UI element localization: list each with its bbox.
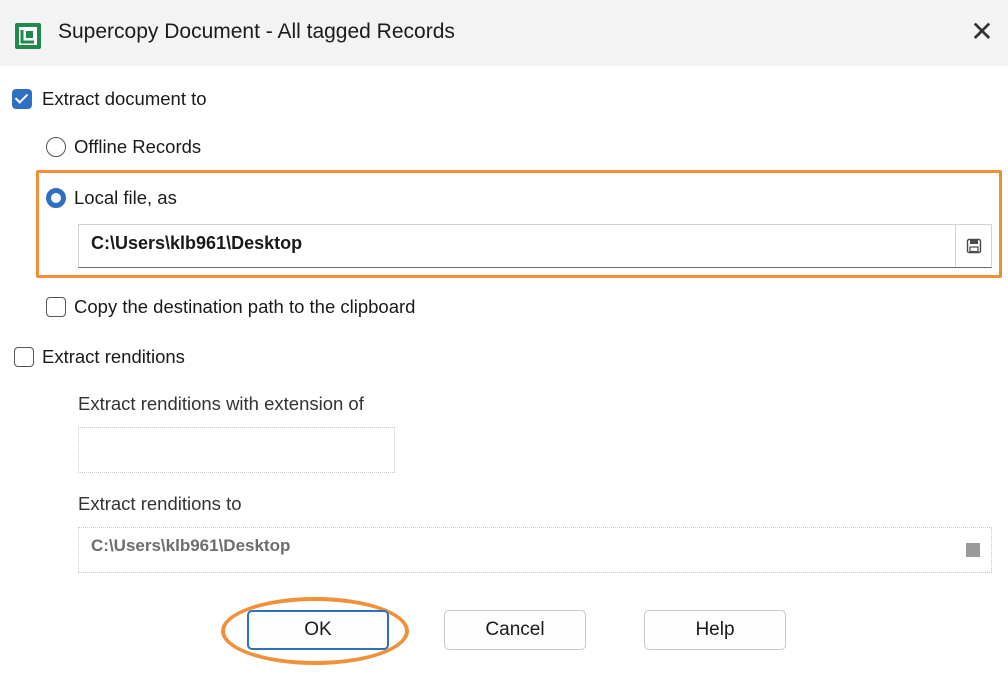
offline-records-radio[interactable] [46,137,66,157]
browse-button[interactable] [955,225,991,267]
renditions-to-label: Extract renditions to [78,493,242,514]
extract-renditions-label[interactable]: Extract renditions [42,346,185,368]
extract-document-checkbox[interactable] [12,89,32,109]
local-file-path-input[interactable]: C:\Users\klb961\Desktop [78,224,992,268]
square-icon [966,543,980,557]
renditions-path-value: C:\Users\klb961\Desktop [91,536,291,555]
local-file-label[interactable]: Local file, as [74,187,177,209]
local-file-path-value: C:\Users\klb961\Desktop [91,233,303,253]
title-bar: Supercopy Document - All tagged Records … [0,0,1008,66]
copy-destination-checkbox[interactable] [46,297,66,317]
ok-button[interactable]: OK [247,610,389,650]
save-icon [966,238,981,254]
cancel-button[interactable]: Cancel [444,610,586,650]
help-button[interactable]: Help [644,610,786,650]
close-icon[interactable]: ✕ [964,14,1000,50]
renditions-path-input[interactable]: C:\Users\klb961\Desktop [78,527,992,573]
window-title: Supercopy Document - All tagged Records [58,20,455,43]
app-document-icon [15,23,41,49]
extension-label: Extract renditions with extension of [78,393,364,414]
extract-renditions-checkbox[interactable] [14,347,34,367]
copy-destination-label[interactable]: Copy the destination path to the clipboa… [74,296,415,318]
local-file-radio[interactable] [46,188,66,208]
renditions-browse-button[interactable] [955,528,991,572]
offline-records-label[interactable]: Offline Records [74,136,201,158]
extract-document-label[interactable]: Extract document to [42,88,207,110]
extension-input[interactable] [78,427,395,473]
